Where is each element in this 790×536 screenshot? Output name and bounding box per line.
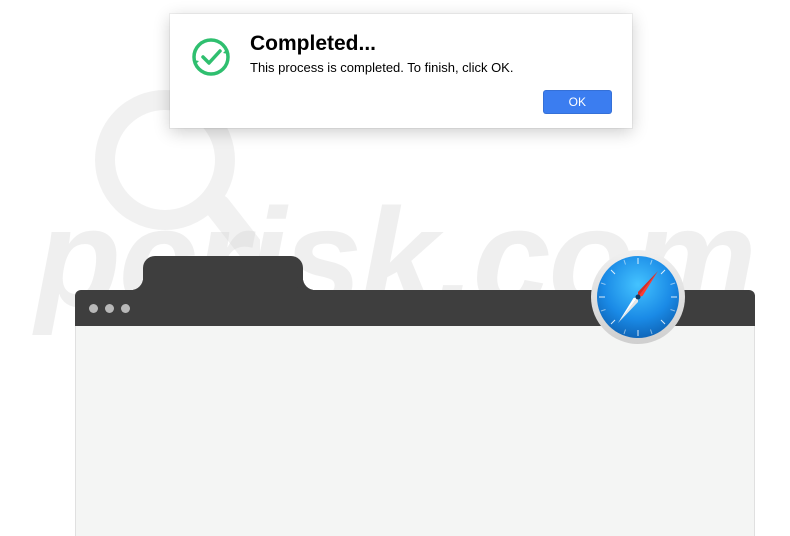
safari-icon (588, 247, 688, 347)
fullscreen-window-button[interactable] (121, 304, 130, 313)
browser-tab[interactable] (143, 256, 303, 290)
ok-button[interactable]: OK (543, 90, 612, 114)
completed-dialog: Completed... This process is completed. … (170, 14, 632, 128)
dialog-message: This process is completed. To finish, cl… (250, 60, 612, 75)
close-window-button[interactable] (89, 304, 98, 313)
dialog-title: Completed... (250, 32, 612, 56)
traffic-lights (89, 304, 130, 313)
browser-content-area (75, 326, 755, 536)
checkmark-circle-icon (190, 36, 232, 78)
minimize-window-button[interactable] (105, 304, 114, 313)
